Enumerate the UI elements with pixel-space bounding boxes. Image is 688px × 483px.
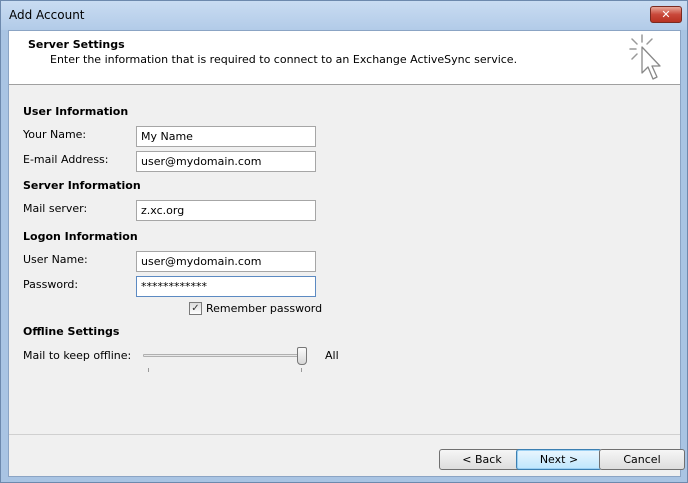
- next-button[interactable]: Next >: [516, 449, 602, 470]
- window-title: Add Account: [9, 8, 85, 22]
- back-button[interactable]: < Back: [439, 449, 525, 470]
- your-name-label: Your Name:: [23, 128, 87, 141]
- checkmark-icon: ✓: [191, 303, 200, 314]
- slider-tick-end: [301, 368, 302, 372]
- mail-server-input[interactable]: [136, 200, 316, 221]
- add-account-window: Add Account ✕ Server Settings Enter the …: [0, 0, 688, 483]
- offline-settings-heading: Offline Settings: [23, 325, 120, 338]
- remember-password-row[interactable]: ✓ Remember password: [189, 302, 322, 315]
- slider-tick-start: [148, 368, 149, 372]
- server-information-heading: Server Information: [23, 179, 141, 192]
- header-panel: Server Settings Enter the information th…: [9, 31, 680, 85]
- remember-password-label: Remember password: [206, 302, 323, 315]
- password-input[interactable]: [136, 276, 316, 297]
- dialog-client-area: Server Settings Enter the information th…: [8, 30, 685, 477]
- offline-slider-value: All: [325, 349, 339, 362]
- email-address-input[interactable]: [136, 151, 316, 172]
- page-description: Enter the information that is required t…: [50, 53, 518, 66]
- cursor-click-icon: [629, 34, 661, 80]
- email-address-label: E-mail Address:: [23, 153, 109, 166]
- footer-divider: [9, 434, 680, 435]
- offline-slider-track[interactable]: [143, 354, 305, 357]
- user-name-label: User Name:: [23, 253, 88, 266]
- logon-information-heading: Logon Information: [23, 230, 138, 243]
- close-icon: ✕: [661, 8, 671, 21]
- mail-server-label: Mail server:: [23, 202, 88, 215]
- title-bar[interactable]: Add Account ✕: [1, 1, 687, 30]
- cancel-button[interactable]: Cancel: [599, 449, 685, 470]
- your-name-input[interactable]: [136, 126, 316, 147]
- mail-to-keep-offline-label: Mail to keep offline:: [23, 349, 132, 362]
- page-title: Server Settings: [28, 38, 125, 51]
- password-label: Password:: [23, 278, 79, 291]
- user-name-input[interactable]: [136, 251, 316, 272]
- offline-slider-thumb[interactable]: [297, 347, 307, 365]
- remember-password-checkbox[interactable]: ✓: [189, 302, 202, 315]
- user-information-heading: User Information: [23, 105, 129, 118]
- close-button[interactable]: ✕: [650, 6, 682, 23]
